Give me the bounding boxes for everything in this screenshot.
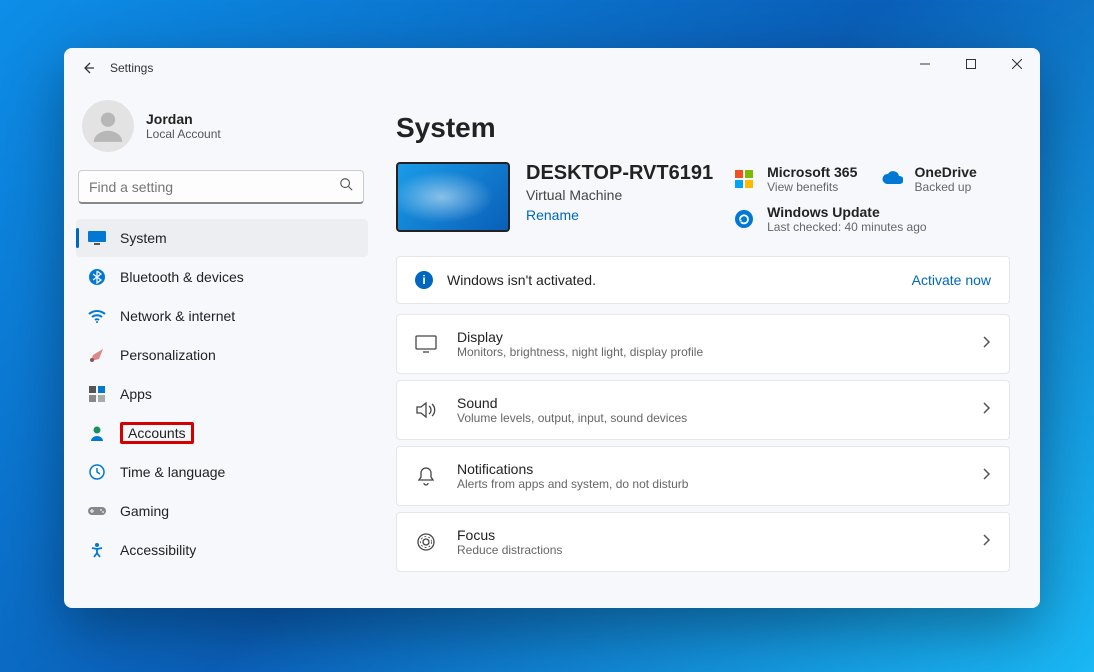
nav-label: Network & internet [120,308,235,324]
back-button[interactable] [72,52,104,84]
search-box[interactable] [78,170,364,204]
nav-label: Personalization [120,347,216,363]
row-sub: Volume levels, output, input, sound devi… [457,411,961,425]
pc-thumbnail[interactable] [396,162,510,232]
bell-icon [415,465,437,487]
ms365-icon [733,168,755,190]
close-button[interactable] [994,48,1040,80]
row-text: Display Monitors, brightness, night ligh… [457,329,961,359]
brush-icon [88,346,106,364]
activate-link[interactable]: Activate now [912,272,991,288]
sidebar-item-accessibility[interactable]: Accessibility [76,531,368,569]
row-title: Notifications [457,461,961,477]
chevron-right-icon [981,335,991,354]
profile-block[interactable]: Jordan Local Account [76,92,374,170]
person-icon [88,424,106,442]
wifi-icon [88,307,106,325]
setting-row-notifications[interactable]: Notifications Alerts from apps and syste… [396,446,1010,506]
nav-label: Gaming [120,503,169,519]
activation-banner: i Windows isn't activated. Activate now [396,256,1010,304]
sidebar-item-network-internet[interactable]: Network & internet [76,297,368,335]
sidebar-item-system[interactable]: System [76,219,368,257]
sidebar-item-bluetooth-devices[interactable]: Bluetooth & devices [76,258,368,296]
gamepad-icon [88,502,106,520]
search-icon [339,177,353,196]
row-sub: Monitors, brightness, night light, displ… [457,345,961,359]
nav-label: System [120,230,167,246]
titlebar: Settings [64,48,1040,88]
settings-window: Settings Jordan Local Account [64,48,1040,608]
rename-link[interactable]: Rename [526,207,713,223]
sidebar-item-personalization[interactable]: Personalization [76,336,368,374]
chevron-right-icon [981,533,991,552]
quick-cards: Microsoft 365View benefits OneDriveBacke… [733,162,1010,236]
pc-type: Virtual Machine [526,187,713,203]
row-sub: Reduce distractions [457,543,961,557]
banner-text: Windows isn't activated. [447,272,898,288]
sidebar-item-time-language[interactable]: Time & language [76,453,368,491]
system-top-row: DESKTOP-RVT6191 Virtual Machine Rename M… [396,162,1010,236]
accessibility-icon [88,541,106,559]
card-ms365[interactable]: Microsoft 365View benefits [733,162,862,196]
sidebar-item-apps[interactable]: Apps [76,375,368,413]
sound-icon [415,399,437,421]
card-update[interactable]: Windows UpdateLast checked: 40 minutes a… [733,202,1010,236]
avatar [82,100,134,152]
onedrive-icon [881,168,903,190]
maximize-button[interactable] [948,48,994,80]
nav-label: Apps [120,386,152,402]
focus-icon [415,531,437,553]
page-title: System [396,112,1010,144]
card-title: Microsoft 365 [767,164,857,180]
nav-list: System Bluetooth & devices Network & inter… [76,218,374,608]
card-sub: View benefits [767,180,857,194]
profile-name: Jordan [146,111,221,127]
row-title: Sound [457,395,961,411]
card-title: Windows Update [767,204,926,220]
nav-label: Accounts [120,422,194,444]
profile-sub: Local Account [146,127,221,141]
nav-label: Bluetooth & devices [120,269,244,285]
window-controls [902,48,1040,80]
window-title: Settings [110,61,153,75]
display-icon [415,333,437,355]
setting-row-display[interactable]: Display Monitors, brightness, night ligh… [396,314,1010,374]
chevron-right-icon [981,467,991,486]
nav-label: Time & language [120,464,225,480]
row-title: Focus [457,527,961,543]
pc-info: DESKTOP-RVT6191 Virtual Machine Rename [526,162,713,223]
setting-row-sound[interactable]: Sound Volume levels, output, input, soun… [396,380,1010,440]
update-icon [733,208,755,230]
apps-icon [88,385,106,403]
main-content: System DESKTOP-RVT6191 Virtual Machine R… [374,88,1040,608]
search-input[interactable] [89,179,339,195]
setting-row-focus[interactable]: Focus Reduce distractions [396,512,1010,572]
card-onedrive[interactable]: OneDriveBacked up [881,162,1010,196]
row-sub: Alerts from apps and system, do not dist… [457,477,961,491]
profile-text: Jordan Local Account [146,111,221,141]
person-icon [89,107,127,145]
bluetooth-icon [88,268,106,286]
row-text: Notifications Alerts from apps and syste… [457,461,961,491]
sidebar-item-gaming[interactable]: Gaming [76,492,368,530]
back-arrow-icon [80,60,96,76]
chevron-right-icon [981,401,991,420]
card-sub: Last checked: 40 minutes ago [767,220,926,234]
nav-label: Accessibility [120,542,196,558]
row-title: Display [457,329,961,345]
pc-block: DESKTOP-RVT6191 Virtual Machine Rename [396,162,713,236]
sidebar-item-accounts[interactable]: Accounts [76,414,368,452]
monitor-icon [88,229,106,247]
card-sub: Backed up [915,180,977,194]
clock-icon [88,463,106,481]
minimize-button[interactable] [902,48,948,80]
pc-name: DESKTOP-RVT6191 [526,162,713,185]
card-title: OneDrive [915,164,977,180]
row-text: Sound Volume levels, output, input, soun… [457,395,961,425]
row-text: Focus Reduce distractions [457,527,961,557]
info-icon: i [415,271,433,289]
sidebar: Jordan Local Account System Bluetooth & d… [64,88,374,608]
